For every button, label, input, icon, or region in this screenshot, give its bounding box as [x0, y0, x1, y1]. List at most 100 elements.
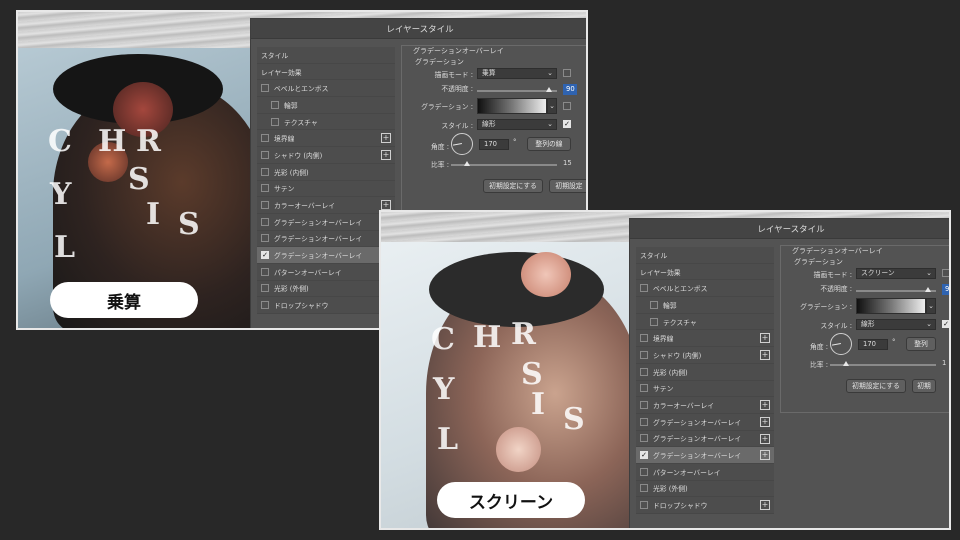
effect-checkbox[interactable] [261, 217, 269, 226]
effect-item[interactable]: 輪郭 [636, 297, 774, 314]
effect-checkbox[interactable] [261, 150, 269, 159]
gradient-preview[interactable] [477, 98, 547, 114]
effect-checkbox[interactable] [271, 100, 279, 109]
angle-field[interactable]: 170 [858, 339, 888, 350]
effect-checkbox[interactable]: ✓ [261, 251, 269, 260]
effect-item[interactable]: 光彩 (外側) [636, 480, 774, 498]
effect-item[interactable]: グラデーションオーバーレイ+ [636, 413, 774, 431]
effect-checkbox[interactable] [271, 117, 279, 126]
opacity-slider-knob[interactable] [925, 287, 931, 292]
gradient-dropdown[interactable]: ⌄ [547, 98, 557, 114]
gradient-preview[interactable] [856, 298, 926, 314]
align-with-layer-checkbox[interactable]: ✓ [563, 120, 571, 128]
effect-checkbox[interactable] [640, 484, 648, 493]
reset-default-button[interactable]: 初期設定にする [846, 379, 906, 393]
reset-default-button-2[interactable]: 初期 [912, 379, 936, 393]
effect-checkbox[interactable]: ✓ [640, 451, 648, 460]
effect-item[interactable]: パターンオーバーレイ [257, 263, 395, 281]
effect-item[interactable]: ✓グラデーションオーバーレイ+ [636, 447, 774, 464]
effect-checkbox[interactable] [261, 134, 269, 143]
scale-slider[interactable] [830, 361, 936, 366]
effect-item[interactable]: レイヤー効果 [636, 263, 774, 281]
effect-item[interactable]: グラデーションオーバーレイ+ [257, 230, 395, 248]
effect-item[interactable]: グラデーションオーバーレイ+ [257, 213, 395, 231]
effect-checkbox[interactable] [640, 350, 648, 359]
effect-checkbox[interactable] [261, 201, 269, 210]
add-effect-icon[interactable]: + [760, 433, 770, 444]
effect-item[interactable]: シャドウ (内側) + [257, 147, 395, 164]
effect-checkbox[interactable] [640, 467, 648, 476]
add-effect-icon[interactable]: + [760, 450, 770, 461]
effect-checkbox[interactable] [261, 84, 269, 93]
effect-item[interactable]: 輪郭 [257, 97, 395, 114]
effect-checkbox[interactable] [640, 367, 648, 376]
opacity-slider-knob[interactable] [546, 87, 552, 92]
add-effect-icon[interactable]: + [760, 416, 770, 427]
scale-slider-knob[interactable] [463, 161, 470, 166]
dither-checkbox[interactable] [942, 269, 949, 277]
add-effect-icon[interactable]: + [760, 400, 770, 411]
scale-slider[interactable] [451, 161, 557, 166]
reset-default-button[interactable]: 初期設定にする [483, 179, 543, 193]
effect-item[interactable]: スタイル [257, 47, 395, 64]
effect-item[interactable]: ドロップシャドウ + [636, 497, 774, 514]
angle-field[interactable]: 170 [479, 139, 509, 150]
angle-dial[interactable] [830, 333, 852, 355]
style-select[interactable]: 線形 ⌄ [477, 119, 557, 130]
effect-item[interactable]: スタイル [636, 247, 774, 264]
effect-checkbox[interactable] [650, 317, 658, 326]
effect-checkbox[interactable] [261, 234, 269, 243]
effect-checkbox[interactable] [640, 284, 648, 293]
scale-value[interactable]: 15 [563, 159, 572, 167]
opacity-slider[interactable] [477, 87, 557, 92]
effect-item[interactable]: 光彩 (外側) [257, 280, 395, 298]
align-with-layer-checkbox[interactable]: ✓ [942, 320, 949, 328]
effect-item[interactable]: グラデーションオーバーレイ+ [636, 430, 774, 448]
effect-item[interactable]: 境界線 + [636, 330, 774, 348]
effect-item[interactable]: シャドウ (内側) + [636, 347, 774, 364]
blend-mode-select[interactable]: スクリーン ⌄ [856, 268, 936, 279]
effect-item[interactable]: ベベルとエンボス [636, 280, 774, 298]
opacity-value-field[interactable]: 90 [563, 84, 577, 95]
effect-checkbox[interactable] [261, 267, 269, 276]
effect-item[interactable]: テクスチャ [257, 113, 395, 131]
scale-value[interactable]: 1 [942, 359, 946, 367]
effect-item[interactable]: 境界線 + [257, 130, 395, 148]
add-effect-icon[interactable]: + [760, 350, 770, 361]
reverse-checkbox[interactable] [563, 102, 571, 110]
style-select[interactable]: 線形 ⌄ [856, 319, 936, 330]
effect-checkbox[interactable] [640, 384, 648, 393]
effect-checkbox[interactable] [640, 434, 648, 443]
effect-item[interactable]: 光彩 (内側) [636, 363, 774, 381]
align-button[interactable]: 整列 [906, 337, 936, 351]
effect-item[interactable]: 光彩 (内側) [257, 163, 395, 181]
effect-checkbox[interactable] [640, 501, 648, 510]
align-button[interactable]: 整列の線 [527, 137, 571, 151]
blend-mode-select[interactable]: 乗算 ⌄ [477, 68, 557, 79]
opacity-value-field[interactable]: 9 [942, 284, 949, 295]
angle-dial[interactable] [451, 133, 473, 155]
effect-checkbox[interactable] [640, 401, 648, 410]
effect-item[interactable]: ベベルとエンボス [257, 80, 395, 98]
effect-item[interactable]: レイヤー効果 [257, 63, 395, 81]
reset-default-button-2[interactable]: 初期設定 [549, 179, 586, 193]
add-effect-icon[interactable]: + [760, 333, 770, 344]
effect-item[interactable]: カラーオーバーレイ + [257, 197, 395, 214]
effect-item[interactable]: ✓グラデーションオーバーレイ+ [257, 247, 395, 264]
effect-item[interactable]: パターンオーバーレイ [636, 463, 774, 481]
scale-slider-knob[interactable] [842, 361, 849, 366]
add-effect-icon[interactable]: + [381, 133, 391, 144]
effect-checkbox[interactable] [261, 301, 269, 310]
effect-item[interactable]: テクスチャ [636, 313, 774, 331]
gradient-dropdown[interactable]: ⌄ [926, 298, 936, 314]
dither-checkbox[interactable] [563, 69, 571, 77]
effect-checkbox[interactable] [261, 167, 269, 176]
effect-item[interactable]: カラーオーバーレイ + [636, 397, 774, 414]
effect-checkbox[interactable] [640, 417, 648, 426]
effect-item[interactable]: サテン [257, 180, 395, 198]
add-effect-icon[interactable]: + [760, 500, 770, 511]
effect-item[interactable]: サテン [636, 380, 774, 398]
effect-checkbox[interactable] [261, 284, 269, 293]
add-effect-icon[interactable]: + [381, 200, 391, 211]
opacity-slider[interactable] [856, 287, 936, 292]
